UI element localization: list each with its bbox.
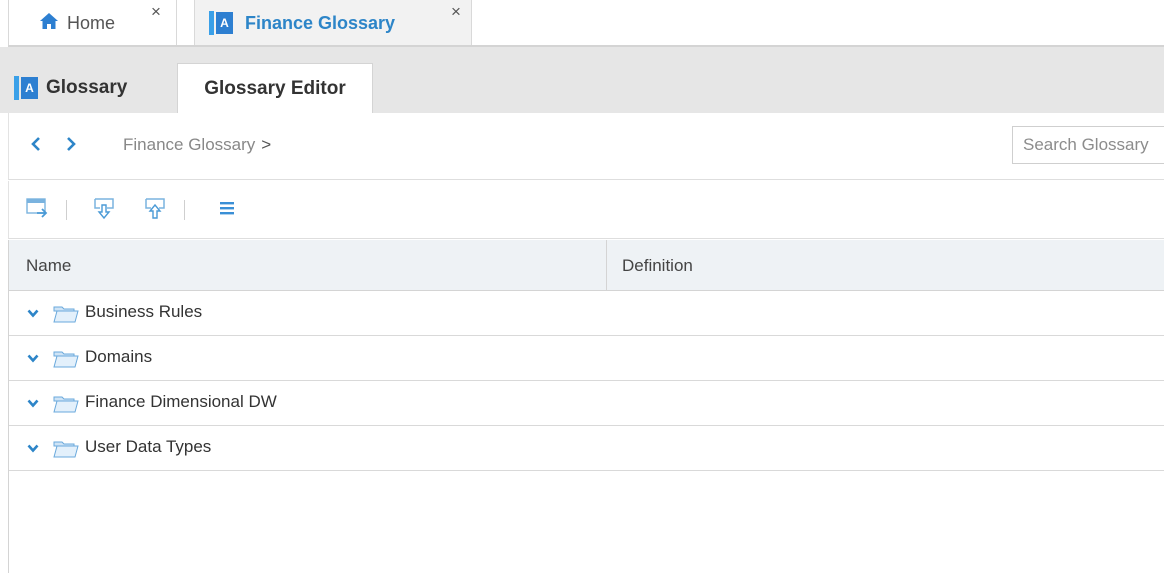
tab-finance-glossary-label: Finance Glossary [245,12,396,33]
tab-glossary-editor[interactable]: Glossary Editor [177,63,373,113]
close-icon[interactable]: × [151,3,161,20]
back-arrow-icon[interactable] [30,134,42,156]
list-menu-icon[interactable] [214,194,240,222]
home-icon [39,12,59,35]
tab-glossary-label: Glossary [46,77,128,98]
tab-glossary[interactable]: A Glossary [14,63,127,113]
chevron-down-icon[interactable] [26,441,40,455]
folder-icon [53,303,87,325]
folder-icon [53,438,87,460]
glossary-table: Name Definition Business Rules Domains F… [8,240,1164,573]
tab-finance-glossary[interactable]: A Finance Glossary × [194,0,472,46]
column-header-definition[interactable]: Definition [622,240,693,291]
row-name: User Data Types [85,437,212,456]
chevron-down-icon[interactable] [26,306,40,320]
folder-icon [53,393,87,415]
breadcrumb-item[interactable]: Finance Glossary [123,135,255,154]
close-icon[interactable]: × [451,3,461,20]
column-header-name[interactable]: Name [26,240,71,291]
document-tab-bar: Home × A Finance Glossary × [0,0,1164,47]
row-name: Business Rules [85,302,203,321]
breadcrumb-separator: > [261,135,272,154]
toolbar [8,181,1164,239]
table-row[interactable]: Business Rules [9,291,1164,336]
table-row[interactable]: Finance Dimensional DW [9,381,1164,426]
folder-icon [53,348,87,370]
export-window-icon[interactable] [25,194,51,222]
breadcrumb-bar: Finance Glossary > [8,113,1164,180]
glossary-document-icon: A [14,76,38,100]
chevron-down-icon[interactable] [26,396,40,410]
editor-tab-bar: A Glossary Glossary Editor [0,47,1164,113]
table-header: Name Definition [9,240,1164,291]
row-name: Domains [85,347,153,366]
tab-home[interactable]: Home × [8,0,177,46]
chevron-down-icon[interactable] [26,351,40,365]
tab-glossary-editor-label: Glossary Editor [204,77,346,99]
search-input[interactable] [1012,126,1164,164]
table-row[interactable]: Domains [9,336,1164,381]
glossary-document-icon: A [209,11,233,35]
row-name: Finance Dimensional DW [85,392,277,411]
export-up-icon[interactable] [142,194,168,222]
forward-arrow-icon[interactable] [65,134,77,156]
breadcrumb: Finance Glossary > [123,135,271,155]
table-row[interactable]: User Data Types [9,426,1164,471]
tab-home-label: Home [67,12,116,33]
import-down-icon[interactable] [91,194,117,222]
